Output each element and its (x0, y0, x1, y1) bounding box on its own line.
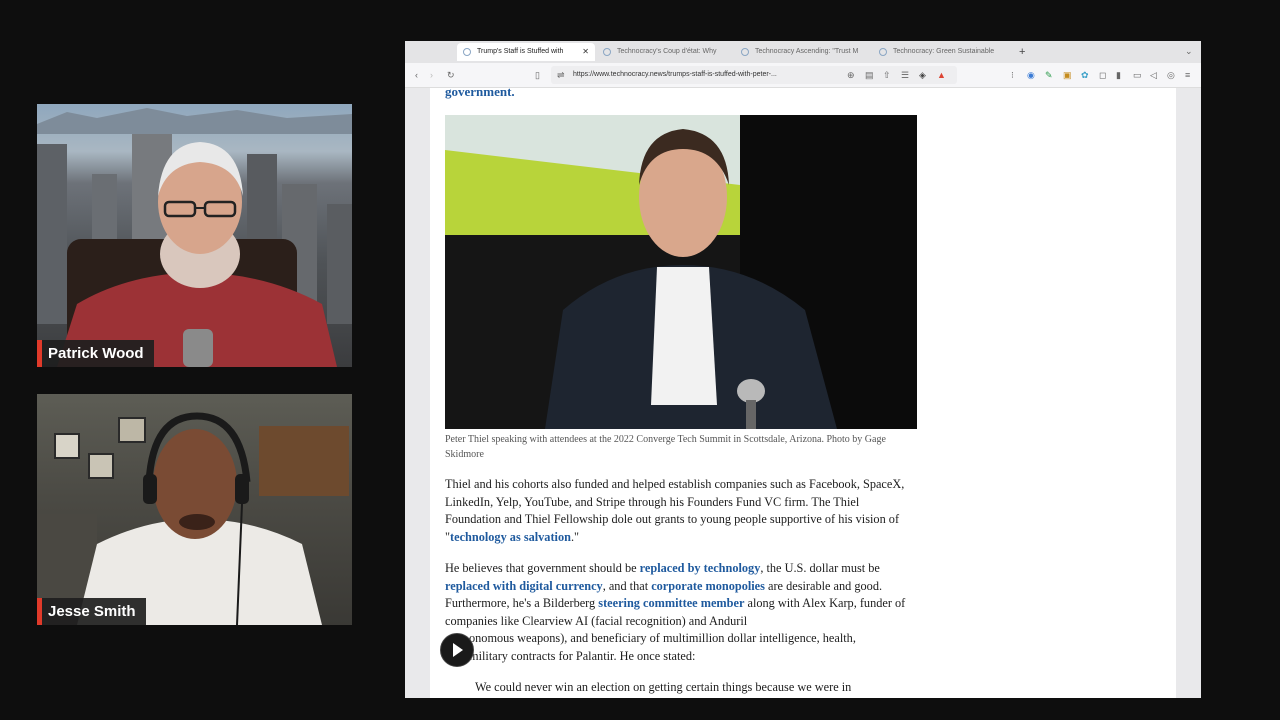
reader-icon[interactable]: ▤ (865, 68, 874, 82)
article-link[interactable]: steering committee member (598, 596, 744, 610)
guest-video-frame (37, 412, 349, 625)
block-quote: We could never win an election on gettin… (475, 680, 852, 694)
web-page: government. Peter Thiel speaking with at… (430, 84, 1176, 698)
paragraph-text: military contracts for Palantir. He once… (469, 648, 696, 663)
new-tab-button[interactable]: + (1011, 43, 1035, 61)
globe-icon (879, 48, 887, 56)
host-video-frame (37, 108, 352, 367)
warning-icon[interactable]: ▲ (937, 68, 946, 82)
scrollbar[interactable] (1176, 88, 1201, 698)
page-gutter (405, 88, 430, 698)
tab-label: Technocracy: Green Sustainable (893, 48, 995, 55)
browser-window: Trump's Staff is Stuffed with ✕ Technocr… (405, 41, 1201, 698)
url-text: https://www.technocracy.news/trumps-staf… (573, 71, 777, 78)
reload-icon[interactable]: ↻ (447, 68, 455, 82)
extension-icon[interactable]: ◻ (1099, 68, 1106, 82)
article-link[interactable]: replaced with digital currency (445, 579, 603, 593)
peter-thiel-photo (445, 115, 917, 429)
paragraph-text: , and that (602, 578, 652, 593)
forward-arrow-icon[interactable]: › (430, 68, 433, 82)
article-link[interactable]: technology as salvation (450, 530, 571, 544)
browser-tab-active[interactable]: Trump's Staff is Stuffed with ✕ (457, 43, 595, 61)
sidebar-icon[interactable]: ▮ (1116, 68, 1121, 82)
article-paragraph: Thiel and his cohorts also funded and he… (445, 476, 915, 546)
globe-icon (603, 48, 611, 56)
shield-icon[interactable]: ◈ (919, 68, 926, 82)
site-settings-icon[interactable]: ⇌ (557, 68, 565, 82)
article-paragraph: He believes that government should be re… (445, 560, 915, 665)
rss-icon[interactable]: ☰ (901, 68, 909, 82)
tab-label: Technocracy's Coup d'état: Why (617, 48, 717, 55)
vpn-icon[interactable]: ◎ (1167, 68, 1175, 82)
bookmark-icon[interactable]: ▯ (535, 68, 540, 82)
extension-icon[interactable]: ✿ (1081, 68, 1089, 82)
address-bar[interactable]: ⇌ https://www.technocracy.news/trumps-st… (551, 66, 957, 84)
article-link[interactable]: replaced by technology (640, 561, 761, 575)
tab-label: Trump's Staff is Stuffed with (477, 48, 564, 55)
photo-caption: Peter Thiel speaking with attendees at t… (445, 434, 886, 460)
extension-icon[interactable]: ◁ (1150, 68, 1157, 82)
back-arrow-icon[interactable]: ‹ (415, 68, 418, 82)
extension-icon[interactable]: ◉ (1027, 68, 1035, 82)
browser-tab[interactable]: Technocracy's Coup d'état: Why (597, 43, 731, 61)
participant-name-tag: Patrick Wood (37, 340, 154, 367)
article-photo (445, 115, 917, 429)
menu-icon[interactable]: ≡ (1185, 68, 1190, 82)
share-icon[interactable]: ⇧ (883, 68, 891, 82)
paragraph-text: , the U.S. dollar must be (760, 561, 880, 575)
browser-toolbar: ‹ › ↻ ▯ ⇌ https://www.technocracy.news/t… (405, 63, 1201, 88)
tab-strip: Trump's Staff is Stuffed with ✕ Technocr… (405, 41, 1201, 63)
pen-icon[interactable]: ✎ (1045, 68, 1053, 82)
participant-name: Jesse Smith (48, 603, 136, 620)
tab-label: Technocracy Ascending: "Trust M (755, 48, 859, 55)
video-feed-host: Patrick Wood (37, 104, 352, 367)
browser-tab[interactable]: Technocracy Ascending: "Trust M (735, 43, 869, 61)
article-link[interactable]: corporate monopolies (651, 579, 765, 593)
window-icon[interactable]: ▭ (1133, 68, 1142, 82)
video-feed-guest: Jesse Smith (37, 394, 352, 625)
chevron-down-icon[interactable]: ⌄ (1185, 44, 1193, 58)
globe-icon (741, 48, 749, 56)
zoom-icon[interactable]: ⊕ (847, 68, 855, 82)
paragraph-text: He believes that government should be (445, 561, 640, 575)
paragraph-text: onomous weapons), and beneficiary of mul… (469, 631, 856, 645)
browser-tab[interactable]: Technocracy: Green Sustainable (873, 43, 1007, 61)
play-button[interactable] (440, 633, 474, 667)
participant-name-tag: Jesse Smith (37, 598, 146, 625)
paragraph-text: ." (570, 529, 580, 544)
close-icon[interactable]: ✕ (582, 43, 589, 61)
extension-icon[interactable]: ⁝ (1011, 68, 1014, 82)
article-link[interactable]: government. (445, 84, 515, 100)
participant-name: Patrick Wood (48, 345, 144, 362)
globe-icon (463, 48, 471, 56)
extension-icon[interactable]: ▣ (1063, 68, 1072, 82)
